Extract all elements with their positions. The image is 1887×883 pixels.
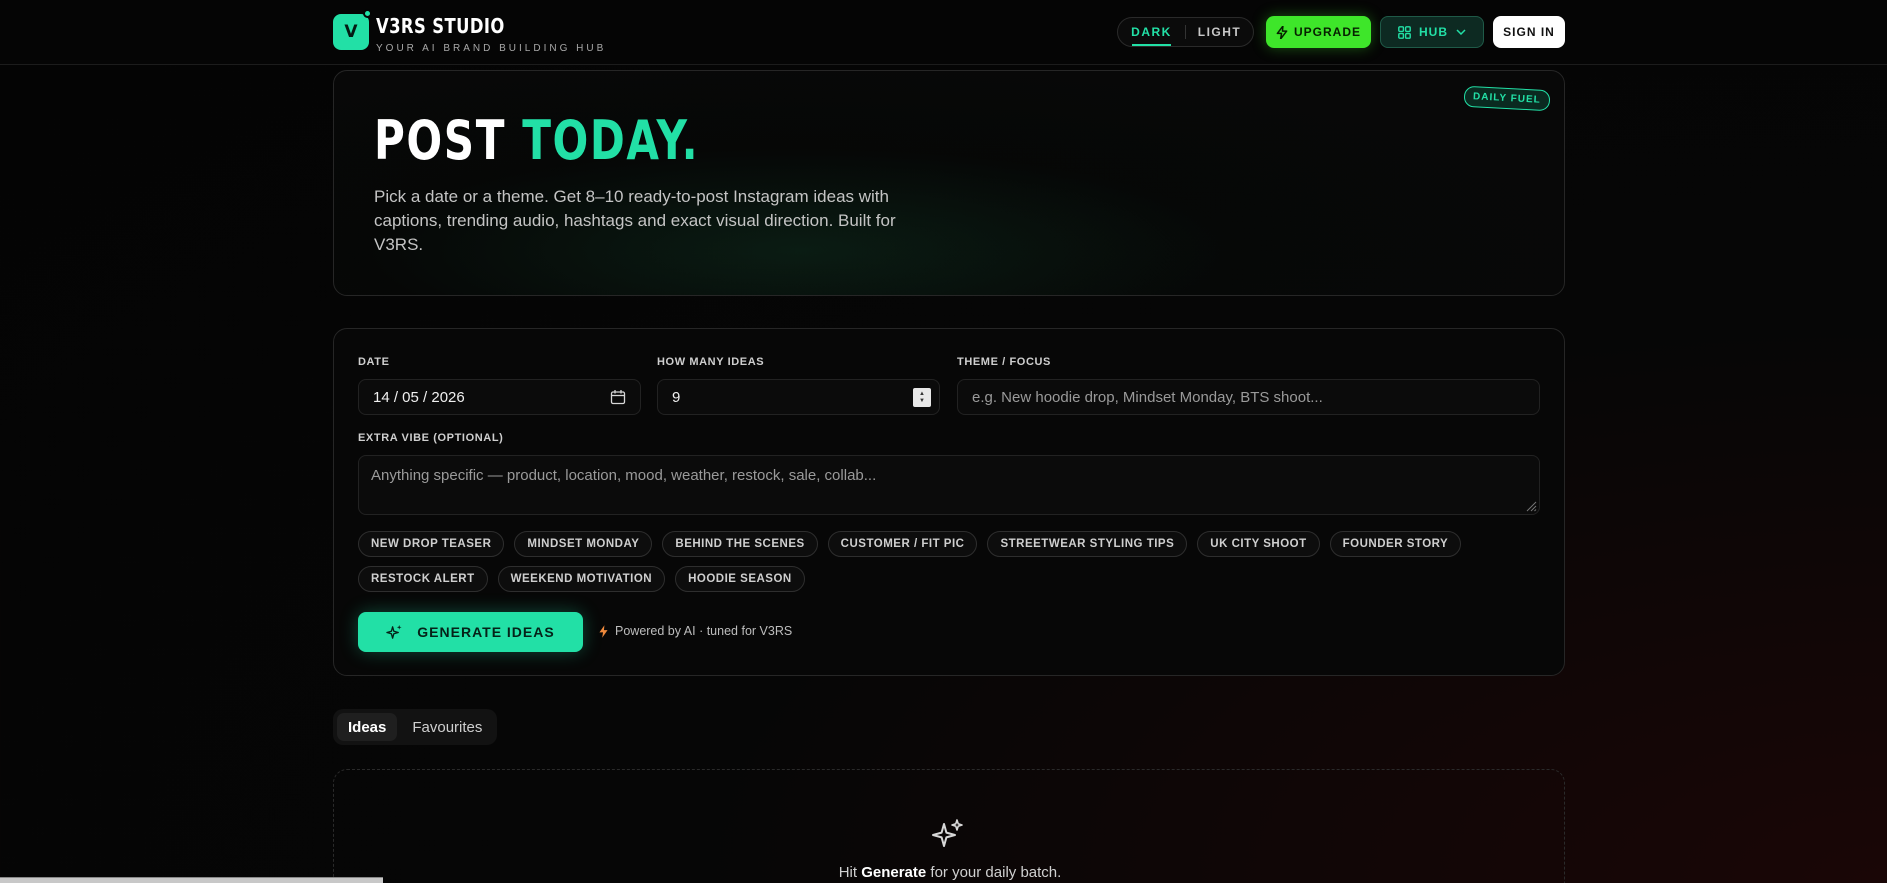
daily-fuel-badge: DAILY FUEL bbox=[1463, 85, 1551, 112]
chip-row-2: RESTOCK ALERT WEEKEND MOTIVATION HOODIE … bbox=[358, 566, 1540, 592]
idea-count-value: 9 bbox=[672, 388, 681, 406]
powered-by-text: Powered by AI · tuned for V3RS bbox=[615, 624, 793, 638]
brand-subtitle: YOUR AI BRAND BUILDING HUB bbox=[376, 43, 607, 54]
date-value: 14 / 05 / 2026 bbox=[373, 388, 465, 406]
chip-customer-fit-pic[interactable]: CUSTOMER / FIT PIC bbox=[827, 531, 978, 557]
tab-ideas[interactable]: Ideas bbox=[337, 713, 398, 741]
upgrade-button[interactable]: UPGRADE bbox=[1266, 16, 1371, 48]
resize-handle-icon[interactable] bbox=[1525, 500, 1537, 512]
idea-count-input[interactable]: 9 ▲ ▼ bbox=[657, 379, 940, 415]
generate-ideas-label: GENERATE IDEAS bbox=[417, 624, 555, 640]
number-stepper[interactable]: ▲ ▼ bbox=[913, 388, 931, 407]
chevron-down-icon bbox=[1456, 29, 1466, 35]
chip-new-drop-teaser[interactable]: NEW DROP TEASER bbox=[358, 531, 505, 557]
lightning-icon bbox=[599, 624, 608, 638]
theme-label: THEME / FOCUS bbox=[957, 356, 1051, 368]
extra-vibe-textarea[interactable]: Anything specific — product, location, m… bbox=[358, 455, 1540, 515]
page-title: POST TODAY. bbox=[374, 109, 699, 172]
chip-mindset-monday[interactable]: MINDSET MONDAY bbox=[514, 531, 653, 557]
chip-weekend-motivation[interactable]: WEEKEND MOTIVATION bbox=[497, 566, 666, 592]
calendar-icon[interactable] bbox=[610, 389, 626, 405]
chip-behind-the-scenes[interactable]: BEHIND THE SCENES bbox=[662, 531, 818, 557]
hub-menu-button[interactable]: HUB bbox=[1380, 16, 1484, 48]
logo-letter: V bbox=[344, 22, 358, 42]
sign-in-button[interactable]: SIGN IN bbox=[1493, 16, 1565, 48]
title-main: POST bbox=[374, 109, 523, 172]
chip-restock-alert[interactable]: RESTOCK ALERT bbox=[358, 566, 488, 592]
hub-label: HUB bbox=[1419, 25, 1448, 39]
hero-description: Pick a date or a theme. Get 8–10 ready-t… bbox=[374, 187, 896, 254]
hero-card: POST TODAY. Pick a date or a theme. Get … bbox=[333, 70, 1565, 296]
logo-status-dot bbox=[363, 9, 372, 18]
results-tabs: Ideas Favourites bbox=[333, 709, 498, 745]
sparkles-icon bbox=[386, 624, 402, 639]
quick-theme-chips: NEW DROP TEASER MINDSET MONDAY BEHIND TH… bbox=[358, 531, 1540, 601]
theme-placeholder: e.g. New hoodie drop, Mindset Monday, BT… bbox=[972, 388, 1323, 406]
chip-hoodie-season[interactable]: HOODIE SEASON bbox=[675, 566, 805, 592]
date-label: DATE bbox=[358, 356, 390, 368]
chip-streetwear-styling-tips[interactable]: STREETWEAR STYLING TIPS bbox=[987, 531, 1188, 557]
brand-title[interactable]: V3RS STUDIO bbox=[376, 14, 505, 38]
theme-toggle: DARK LIGHT bbox=[1117, 17, 1254, 47]
tab-favourites[interactable]: Favourites bbox=[401, 713, 493, 741]
powered-by-note: Powered by AI · tuned for V3RS bbox=[599, 624, 792, 638]
top-navigation-bar: V V3RS STUDIO YOUR AI BRAND BUILDING HUB… bbox=[0, 0, 1887, 65]
theme-input[interactable]: e.g. New hoodie drop, Mindset Monday, BT… bbox=[957, 379, 1540, 415]
theme-dark-option[interactable]: DARK bbox=[1118, 25, 1185, 46]
idea-count-label: HOW MANY IDEAS bbox=[657, 356, 765, 368]
empty-prefix: Hit bbox=[838, 864, 862, 881]
extra-vibe-placeholder: Anything specific — product, location, m… bbox=[371, 467, 877, 484]
date-input[interactable]: 14 / 05 / 2026 bbox=[358, 379, 641, 415]
extra-vibe-label: EXTRA VIBE (OPTIONAL) bbox=[358, 432, 504, 444]
upgrade-label: UPGRADE bbox=[1293, 25, 1361, 39]
theme-light-option[interactable]: LIGHT bbox=[1186, 25, 1253, 39]
empty-suffix: for your daily batch. bbox=[926, 864, 1062, 881]
horizontal-scrollbar[interactable] bbox=[0, 877, 383, 883]
generate-ideas-button[interactable]: GENERATE IDEAS bbox=[358, 612, 583, 652]
empty-generate-word: Generate bbox=[861, 864, 927, 881]
chip-uk-city-shoot[interactable]: UK CITY SHOOT bbox=[1197, 531, 1320, 557]
idea-generator-form: DATE 14 / 05 / 2026 HOW MANY IDEAS 9 ▲ ▼ … bbox=[333, 328, 1565, 676]
empty-state-panel: Hit Generate for your daily batch. bbox=[333, 769, 1565, 883]
empty-state-message: Hit Generate for your daily batch. bbox=[334, 864, 1566, 881]
logo-icon[interactable]: V bbox=[333, 14, 369, 50]
title-accent: TODAY. bbox=[522, 109, 700, 172]
chip-founder-story[interactable]: FOUNDER STORY bbox=[1329, 531, 1462, 557]
sparkles-icon bbox=[932, 819, 963, 847]
lightning-icon bbox=[1276, 25, 1288, 39]
chip-row-1: NEW DROP TEASER MINDSET MONDAY BEHIND TH… bbox=[358, 531, 1540, 557]
grid-icon bbox=[1398, 25, 1411, 39]
